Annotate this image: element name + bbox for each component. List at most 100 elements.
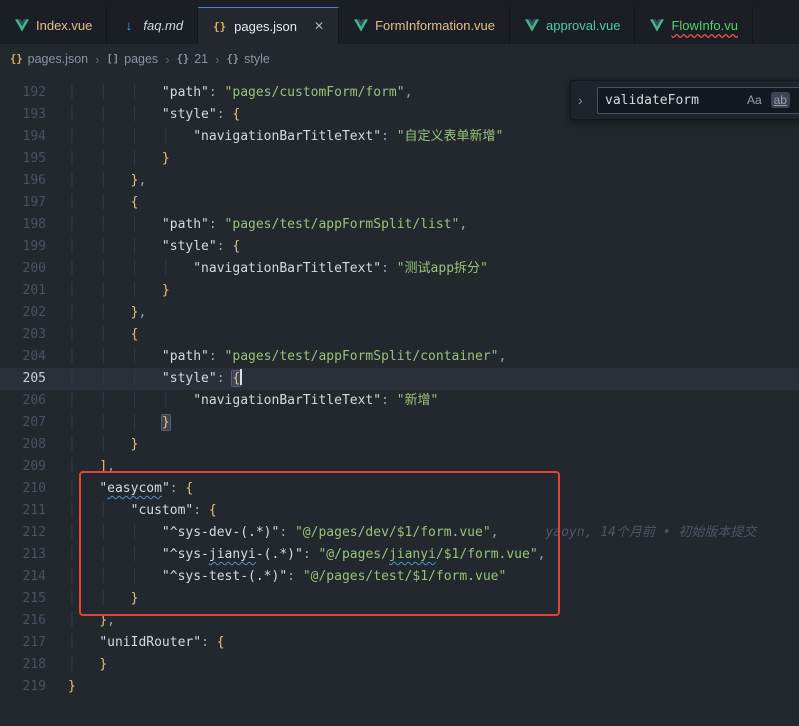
code-line-194[interactable]: 194│ │ │ │ "navigationBarTitleText": "自定…	[0, 126, 799, 148]
line-number[interactable]: 193	[0, 104, 46, 126]
code-line-205[interactable]: 205│ │ │ "style": {	[0, 368, 799, 390]
code-text: │ │ }	[46, 434, 799, 456]
tab-label: Index.vue	[36, 18, 92, 33]
code-line-198[interactable]: 198│ │ │ "path": "pages/test/appFormSpli…	[0, 214, 799, 236]
code-text: │ │ │ │ "navigationBarTitleText": "新增"	[46, 390, 799, 412]
line-number[interactable]: 200	[0, 258, 46, 280]
code-line-197[interactable]: 197│ │ {	[0, 192, 799, 214]
tab-label: FlowInfo.vu	[671, 18, 737, 33]
code-line-195[interactable]: 195│ │ │ }	[0, 148, 799, 170]
code-line-212[interactable]: 212│ │ │ "^sys-dev-(.*)": "@/pages/dev/$…	[0, 522, 799, 544]
line-number[interactable]: 194	[0, 126, 46, 148]
tab-faq-md[interactable]: ↓faq.md	[107, 7, 198, 44]
tab-pages-json[interactable]: {}pages.json✕	[198, 7, 339, 44]
line-number[interactable]: 205	[0, 368, 46, 390]
object-symbol-icon: {}	[177, 53, 190, 65]
code-line-204[interactable]: 204│ │ │ "path": "pages/test/appFormSpli…	[0, 346, 799, 368]
code-line-206[interactable]: 206│ │ │ │ "navigationBarTitleText": "新增…	[0, 390, 799, 412]
code-line-209[interactable]: 209│ ],	[0, 456, 799, 478]
tab-forminformation-vue[interactable]: FormInformation.vue	[339, 7, 510, 44]
code-line-207[interactable]: 207│ │ │ }	[0, 412, 799, 434]
code-text: │ │ │ }	[46, 280, 799, 302]
vue-icon	[649, 19, 664, 32]
code-line-211[interactable]: 211│ │ "custom": {	[0, 500, 799, 522]
line-number[interactable]: 219	[0, 676, 46, 698]
code-line-216[interactable]: 216│ },	[0, 610, 799, 632]
code-text: │ │ },	[46, 170, 799, 192]
code-text: │ │ │ "^sys-jianyi-(.*)": "@/pages/jiany…	[46, 544, 799, 566]
line-number[interactable]: 211	[0, 500, 46, 522]
line-number[interactable]: 202	[0, 302, 46, 324]
code-text: │ │ │ "path": "pages/test/appFormSplit/c…	[46, 346, 799, 368]
code-text: │ │ │ "^sys-test-(.*)": "@/pages/test/$1…	[46, 566, 799, 588]
line-number[interactable]: 214	[0, 566, 46, 588]
breadcrumb-item-pages-json[interactable]: {}pages.json	[10, 52, 88, 66]
code-line-200[interactable]: 200│ │ │ │ "navigationBarTitleText": "测试…	[0, 258, 799, 280]
line-number[interactable]: 217	[0, 632, 46, 654]
line-number[interactable]: 207	[0, 412, 46, 434]
breadcrumb-label: 21	[194, 52, 208, 66]
line-number[interactable]: 192	[0, 82, 46, 104]
line-number[interactable]: 209	[0, 456, 46, 478]
vue-icon	[353, 19, 368, 32]
code-line-218[interactable]: 218│ }	[0, 654, 799, 676]
line-number[interactable]: 198	[0, 214, 46, 236]
find-input[interactable]: validateForm Aa ab .*	[597, 87, 799, 114]
tab-index-vue[interactable]: Index.vue	[0, 7, 107, 44]
tab-bar: Index.vue ↓faq.md{}pages.json✕FormInforma…	[0, 0, 799, 44]
line-number[interactable]: 201	[0, 280, 46, 302]
code-line-203[interactable]: 203│ │ {	[0, 324, 799, 346]
line-number[interactable]: 199	[0, 236, 46, 258]
code-line-219[interactable]: 219}	[0, 676, 799, 698]
line-number[interactable]: 216	[0, 610, 46, 632]
code-line-208[interactable]: 208│ │ }	[0, 434, 799, 456]
line-number[interactable]: 206	[0, 390, 46, 412]
array-symbol-icon: []	[106, 53, 119, 65]
toggle-replace-chevron-icon[interactable]: ›	[578, 92, 590, 108]
code-text: │ │ │ "style": {	[46, 368, 799, 390]
code-line-214[interactable]: 214│ │ │ "^sys-test-(.*)": "@/pages/test…	[0, 566, 799, 588]
breadcrumb-item-21[interactable]: {} 21	[177, 52, 209, 66]
line-number[interactable]: 196	[0, 170, 46, 192]
line-number[interactable]: 213	[0, 544, 46, 566]
code-line-202[interactable]: 202│ │ },	[0, 302, 799, 324]
breadcrumb-item-pages[interactable]: []pages	[106, 52, 158, 66]
markdown-icon: ↓	[121, 18, 136, 33]
code-line-215[interactable]: 215│ │ }	[0, 588, 799, 610]
code-line-201[interactable]: 201│ │ │ }	[0, 280, 799, 302]
tab-approval-vue[interactable]: approval.vue	[510, 7, 635, 44]
code-text: │ │ {	[46, 324, 799, 346]
find-query-text[interactable]: validateForm	[605, 93, 738, 108]
whole-word-toggle-icon[interactable]: ab	[771, 92, 790, 108]
vue-icon	[524, 19, 539, 32]
line-number[interactable]: 197	[0, 192, 46, 214]
code-line-213[interactable]: 213│ │ │ "^sys-jianyi-(.*)": "@/pages/ji…	[0, 544, 799, 566]
line-number[interactable]: 195	[0, 148, 46, 170]
code-text: │ ],	[46, 456, 799, 478]
line-number[interactable]: 203	[0, 324, 46, 346]
line-number[interactable]: 204	[0, 346, 46, 368]
code-line-210[interactable]: 210│ "easycom": {	[0, 478, 799, 500]
vscode-editor-window: Index.vue↓faq.md{}pages.json✕FormInforma…	[0, 0, 799, 726]
tab-flowinfo-vu[interactable]: FlowInfo.vu	[635, 7, 752, 44]
breadcrumb-separator: ›	[215, 52, 219, 67]
line-number[interactable]: 210	[0, 478, 46, 500]
code-line-217[interactable]: 217│ "uniIdRouter": {	[0, 632, 799, 654]
code-line-199[interactable]: 199│ │ │ "style": {	[0, 236, 799, 258]
code-text: │ │ {	[46, 192, 799, 214]
match-case-toggle-icon[interactable]: Aa	[747, 93, 762, 107]
code-text: │ │ │ }	[46, 412, 799, 434]
line-number[interactable]: 215	[0, 588, 46, 610]
breadcrumb-separator: ›	[95, 52, 99, 67]
close-icon[interactable]: ✕	[314, 19, 324, 33]
breadcrumb-item-style[interactable]: {} style	[226, 52, 269, 66]
code-text: │ │ │ "path": "pages/test/appFormSplit/l…	[46, 214, 799, 236]
object-symbol-icon: {}	[226, 53, 239, 65]
code-text: }	[46, 676, 799, 698]
breadcrumb-label: style	[244, 52, 270, 66]
line-number[interactable]: 218	[0, 654, 46, 676]
line-number[interactable]: 208	[0, 434, 46, 456]
code-text: │ "easycom": {	[46, 478, 799, 500]
line-number[interactable]: 212	[0, 522, 46, 544]
code-line-196[interactable]: 196│ │ },	[0, 170, 799, 192]
